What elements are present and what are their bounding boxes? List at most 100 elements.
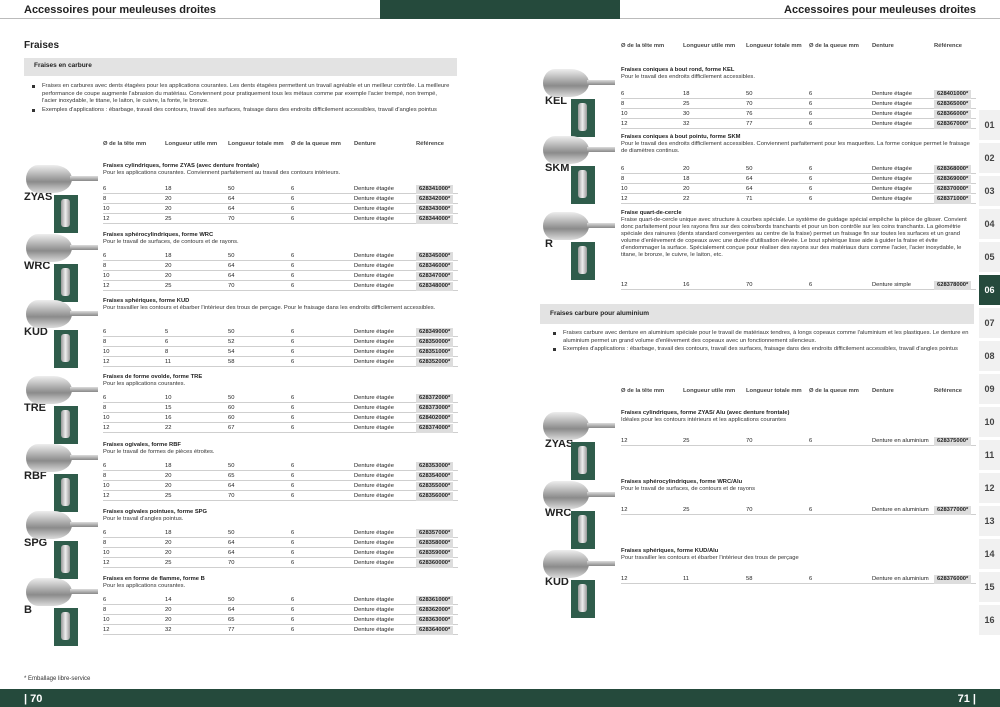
- cell: 12: [621, 576, 628, 582]
- product-image: [26, 234, 72, 262]
- product-shank: [70, 245, 98, 250]
- product-description: Fraise quart-de-cercle unique avec struc…: [621, 217, 967, 258]
- cell: 8: [621, 101, 625, 107]
- product-thumbnail: [54, 608, 78, 646]
- cell: Denture étagée: [354, 216, 394, 222]
- chapter-tab[interactable]: 15: [979, 572, 1000, 602]
- cell: 6: [291, 329, 295, 335]
- cell: 6: [103, 530, 107, 536]
- chapter-tab[interactable]: 10: [979, 407, 1000, 437]
- product-shank: [587, 561, 615, 566]
- reference-number: 628373000*: [416, 404, 454, 413]
- header-right: Accessoires pour meuleuses droites: [620, 0, 1000, 19]
- cell: 10: [103, 550, 110, 556]
- page-heading: Fraises: [24, 40, 60, 51]
- table-row: 10 20 64 6 Denture étagée 628355000*: [103, 482, 458, 491]
- cell: 18: [165, 253, 172, 259]
- cell: 5: [165, 329, 169, 335]
- product-thumbnail: [54, 195, 78, 233]
- cell: 6: [103, 329, 107, 335]
- cell: 6: [809, 576, 813, 582]
- chapter-tab[interactable]: 05: [979, 242, 1000, 272]
- bullet: Exemples d'applications : ébarbage, trav…: [32, 107, 452, 115]
- cell: 25: [165, 216, 172, 222]
- thumbnail-tool: [578, 446, 587, 474]
- header-right-title: Accessoires pour meuleuses droites: [784, 4, 976, 16]
- product-thumbnail: [571, 99, 595, 137]
- cell: 70: [746, 507, 753, 513]
- cell: 10: [103, 617, 110, 623]
- chapter-tab[interactable]: 16: [979, 605, 1000, 635]
- cell: 54: [228, 349, 235, 355]
- table-row: 10 8 54 6 Denture étagée 628351000*: [103, 348, 458, 357]
- cell: Denture étagée: [354, 607, 394, 613]
- reference-number: 628377000*: [934, 506, 972, 515]
- product-shank: [70, 589, 98, 594]
- product-image: [26, 511, 72, 539]
- column-header: Ø de la queue mm: [809, 388, 859, 394]
- cell: Denture étagée: [354, 349, 394, 355]
- cell: 8: [103, 540, 107, 546]
- cell: 12: [621, 507, 628, 513]
- table-row: 8 15 60 6 Denture étagée 628373000*: [103, 404, 458, 413]
- alu-bullets: Fraises carbure avec denture en aluminiu…: [553, 330, 973, 355]
- table-header: Ø de la tête mm Longueur utile mm Longueur…: [621, 43, 971, 61]
- cell: 11: [165, 359, 172, 365]
- reference-number: 628345000*: [416, 252, 454, 261]
- product-code: R: [545, 238, 553, 250]
- thumbnail-tool: [578, 584, 587, 612]
- cell: 6: [291, 530, 295, 536]
- product-code: B: [24, 604, 32, 616]
- cell: 6: [103, 395, 107, 401]
- cell: Denture étagée: [872, 176, 912, 182]
- chapter-tab[interactable]: 06: [979, 275, 1000, 305]
- chapter-tab[interactable]: 03: [979, 176, 1000, 206]
- cell: 6: [291, 607, 295, 613]
- chapter-tab[interactable]: 08: [979, 341, 1000, 371]
- thumbnail-tool: [61, 612, 70, 640]
- product-description: Pour travailler les contours et ébarber …: [621, 555, 799, 561]
- cell: 12: [103, 283, 110, 289]
- chapter-tab[interactable]: 11: [979, 440, 1000, 470]
- product-thumbnail: [571, 166, 595, 204]
- chapter-tab[interactable]: 09: [979, 374, 1000, 404]
- chapter-tab[interactable]: 12: [979, 473, 1000, 503]
- chapter-tab[interactable]: 01: [979, 110, 1000, 140]
- cell: 70: [228, 493, 235, 499]
- product-thumbnail: [571, 442, 595, 480]
- cell: 30: [683, 111, 690, 117]
- chapter-tab[interactable]: 07: [979, 308, 1000, 338]
- cell: 70: [228, 283, 235, 289]
- product-shank: [70, 387, 98, 392]
- chapter-tab[interactable]: 13: [979, 506, 1000, 536]
- table-row: 10 20 64 6 Denture étagée 628370000*: [621, 185, 976, 194]
- cell: 50: [228, 597, 235, 603]
- reference-number: 628375000*: [934, 437, 972, 446]
- thumbnail-tool: [61, 545, 70, 573]
- reference-number: 628354000*: [416, 472, 454, 481]
- cell: 67: [228, 425, 235, 431]
- chapter-tab[interactable]: 04: [979, 209, 1000, 239]
- product-thumbnail: [54, 330, 78, 368]
- cell: 6: [621, 166, 625, 172]
- reference-number: 628341000*: [416, 185, 454, 194]
- cell: 50: [228, 329, 235, 335]
- reference-number: 628372000*: [416, 394, 454, 403]
- cell: 10: [621, 111, 628, 117]
- reference-number: 628342000*: [416, 195, 454, 204]
- table-row: 12 32 77 6 Denture étagée 628367000*: [621, 120, 976, 129]
- cell: 20: [165, 550, 172, 556]
- cell: 18: [165, 463, 172, 469]
- reference-number: 628378000*: [934, 281, 972, 290]
- chapter-tab[interactable]: 14: [979, 539, 1000, 569]
- product-title: Fraises de forme ovoïde, forme TRE: [103, 374, 203, 380]
- cell: 6: [103, 253, 107, 259]
- thumbnail-tool: [578, 515, 587, 543]
- column-header: Denture: [872, 43, 894, 49]
- cell: Denture étagée: [354, 273, 394, 279]
- cell: 50: [228, 253, 235, 259]
- cell: Denture étagée: [872, 111, 912, 117]
- chapter-tab[interactable]: 02: [979, 143, 1000, 173]
- cell: 6: [809, 176, 813, 182]
- product-description: Pour travailler les contours et ébarber …: [103, 305, 436, 311]
